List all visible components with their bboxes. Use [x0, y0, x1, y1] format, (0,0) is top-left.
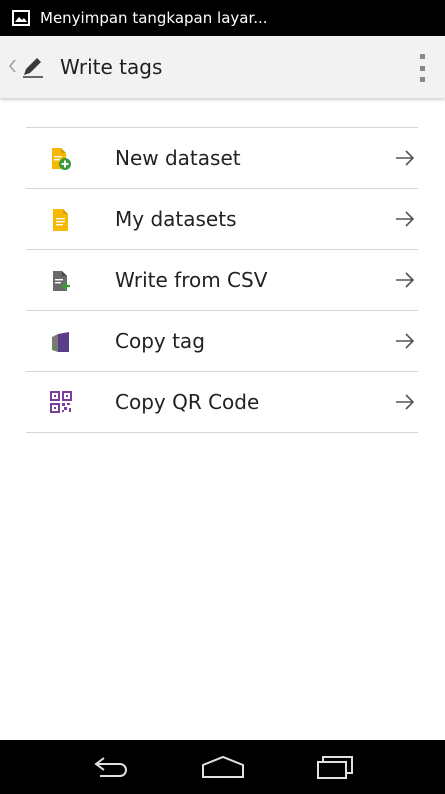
action-bar: Write tags: [0, 36, 445, 98]
overflow-menu-button[interactable]: [415, 54, 429, 82]
menu-list: New dataset My datasets Write from CSV C…: [26, 127, 418, 433]
arrow-right-icon: [394, 270, 416, 290]
page-title: Write tags: [60, 55, 163, 79]
menu-item-copy-qr-code[interactable]: Copy QR Code: [26, 372, 418, 433]
overflow-dot: [419, 54, 425, 59]
arrow-right-icon: [394, 148, 416, 168]
arrow-right-icon: [394, 331, 416, 351]
qr-code-icon: [50, 391, 72, 415]
up-button[interactable]: [0, 36, 46, 98]
menu-item-new-dataset[interactable]: New dataset: [26, 128, 418, 189]
menu-item-label: Write from CSV: [115, 268, 268, 292]
menu-item-label: Copy tag: [115, 329, 205, 353]
recents-button[interactable]: [310, 749, 358, 785]
navigation-bar: [0, 740, 445, 794]
menu-item-label: My datasets: [115, 207, 237, 231]
overflow-dot: [419, 65, 425, 71]
menu-item-my-datasets[interactable]: My datasets: [26, 189, 418, 250]
menu-item-label: New dataset: [115, 146, 241, 170]
home-icon: [201, 755, 244, 778]
new-document-icon: [50, 147, 72, 171]
chevron-left-icon: [8, 58, 18, 77]
document-icon: [50, 208, 72, 232]
screenshot-icon: [12, 10, 30, 26]
overflow-dot: [419, 77, 425, 82]
csv-import-icon: [50, 269, 72, 293]
arrow-right-icon: [394, 392, 416, 412]
status-text: Menyimpan tangkapan layar...: [40, 9, 268, 27]
back-icon: [93, 757, 127, 777]
home-button[interactable]: [199, 749, 247, 785]
recents-icon: [316, 756, 353, 779]
nfc-tag-icon: [50, 330, 72, 354]
back-button[interactable]: [88, 749, 136, 785]
pencil-icon: [20, 54, 46, 80]
menu-item-label: Copy QR Code: [115, 390, 260, 414]
menu-item-copy-tag[interactable]: Copy tag: [26, 311, 418, 372]
arrow-right-icon: [394, 209, 416, 229]
status-bar: Menyimpan tangkapan layar...: [0, 0, 445, 36]
menu-item-write-from-csv[interactable]: Write from CSV: [26, 250, 418, 311]
